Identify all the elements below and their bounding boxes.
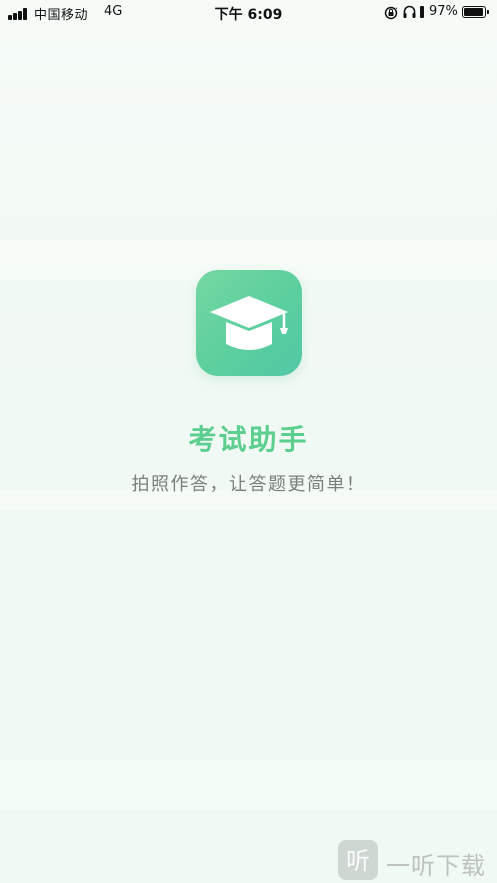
status-indicator-icon [420,6,424,18]
background-band [0,760,497,810]
battery-percent: 97% [429,4,458,19]
headphones-icon [403,5,416,18]
app-title: 考试助手 [188,423,309,456]
watermark-text: 一听下载 [386,852,486,880]
app-logo [196,270,302,376]
watermark: 听 一听下载 [338,840,493,880]
svg-text:听: 听 [346,847,370,875]
app-slogan: 拍照作答，让答题更简单！ [131,474,366,495]
battery-icon [462,6,489,18]
status-bar: 中国移动 4G 下午 6:09 97% [0,0,497,26]
rotation-lock-icon [384,6,398,20]
graduation-cap-icon [210,296,288,350]
watermark-logo-icon: 听 [338,840,378,880]
